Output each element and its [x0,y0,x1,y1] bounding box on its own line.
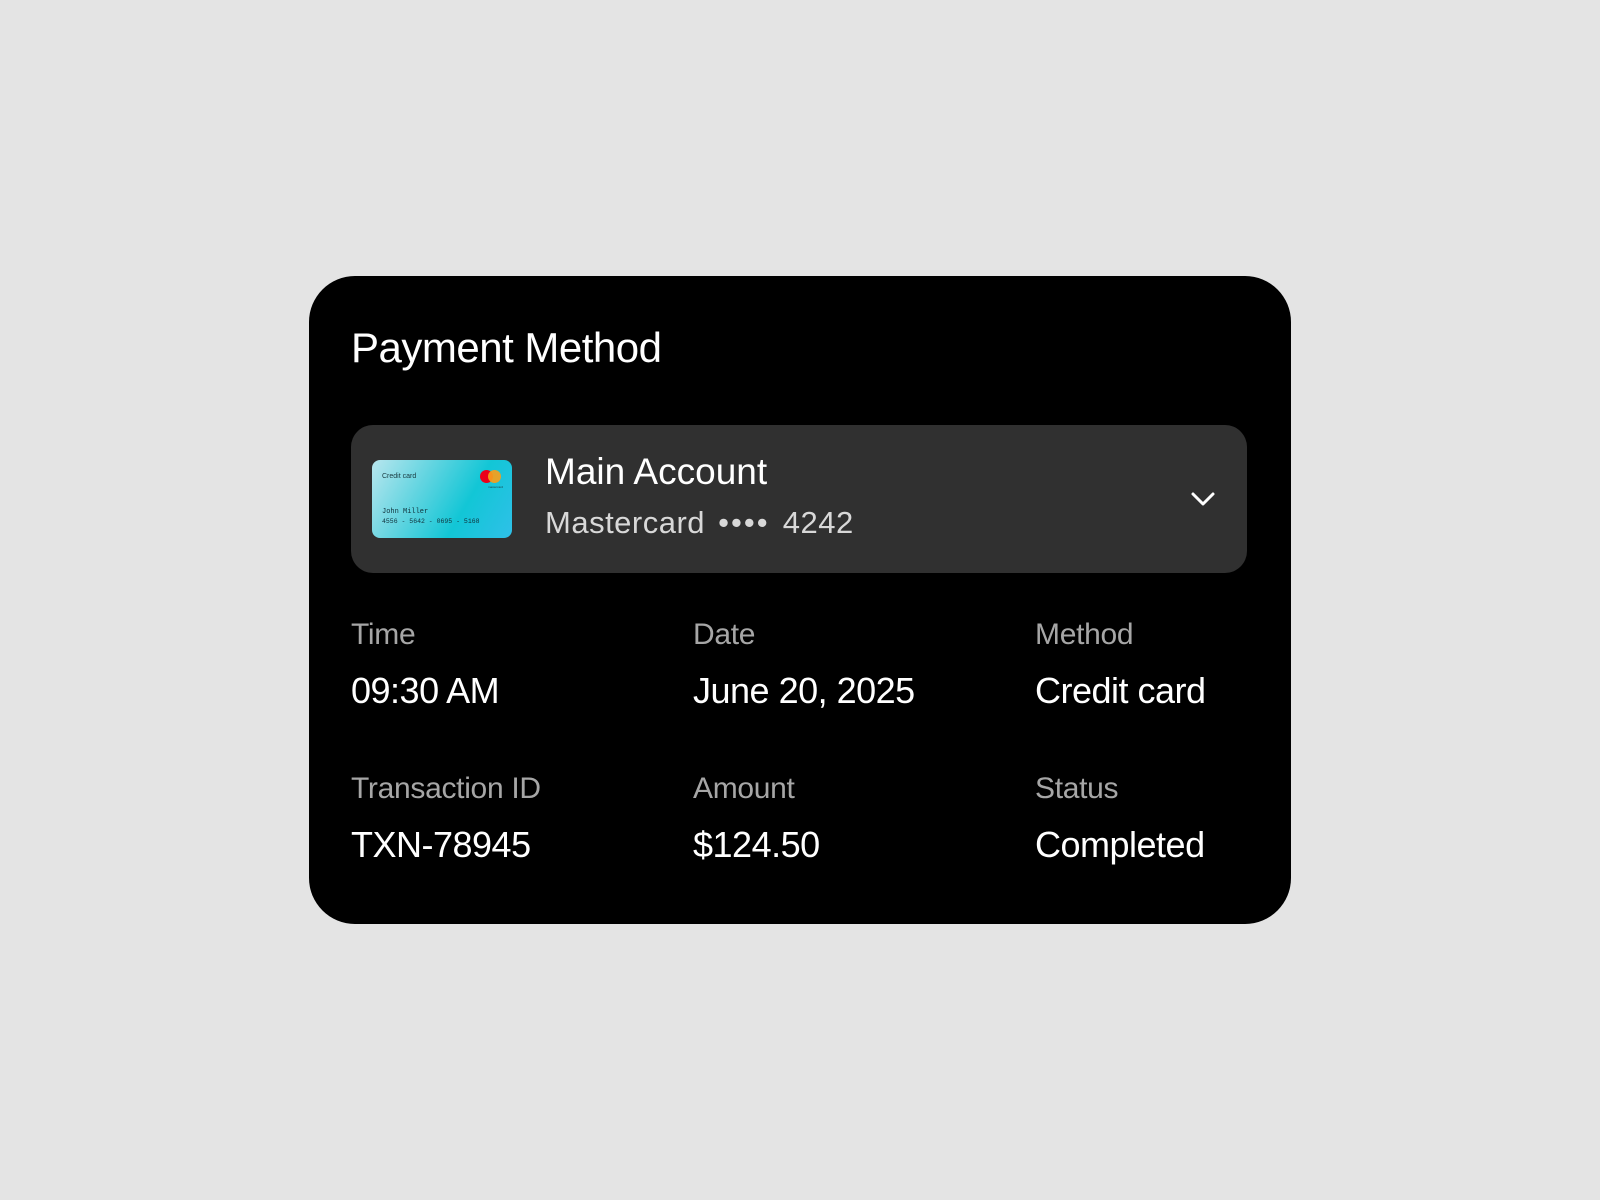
credit-card-thumbnail: Credit card mastercard John Miller 4556 … [372,460,512,538]
detail-method: Method Credit card [1035,618,1335,712]
detail-label: Date [693,618,756,651]
card-number: 4556 - 5642 - 0695 - 5168 [382,518,480,525]
detail-label: Transaction ID [351,772,541,805]
card-type-label: Credit card [382,473,417,480]
detail-amount: Amount $124.50 [693,772,993,866]
card-holder-name: John Miller [382,508,429,516]
payment-method-panel: Payment Method Credit card mastercard Jo… [309,276,1291,924]
detail-value: Completed [1035,824,1205,865]
detail-date: Date June 20, 2025 [693,618,993,712]
detail-transaction-id: Transaction ID TXN-78945 [351,772,651,866]
detail-label: Method [1035,618,1134,651]
detail-status: Status Completed [1035,772,1335,866]
detail-time: Time 09:30 AM [351,618,651,712]
account-selector-dropdown[interactable]: Credit card mastercard John Miller 4556 … [351,425,1247,573]
detail-value: 09:30 AM [351,670,500,711]
panel-title: Payment Method [351,324,662,371]
detail-label: Status [1035,772,1119,805]
masked-digits: •••• [718,505,770,540]
card-brand: Mastercard [545,505,706,540]
detail-value: June 20, 2025 [693,670,915,711]
account-card-summary: Mastercard •••• 4242 [545,505,854,541]
mastercard-logo-icon [480,470,502,486]
card-last4: 4242 [782,505,854,540]
detail-value: Credit card [1035,670,1206,711]
detail-value: $124.50 [693,824,820,865]
card-brand-mark: mastercard [487,485,503,489]
account-name: Main Account [545,451,768,492]
detail-label: Amount [693,772,795,805]
chevron-down-icon[interactable] [1189,485,1217,513]
detail-value: TXN-78945 [351,824,531,865]
detail-label: Time [351,618,416,651]
